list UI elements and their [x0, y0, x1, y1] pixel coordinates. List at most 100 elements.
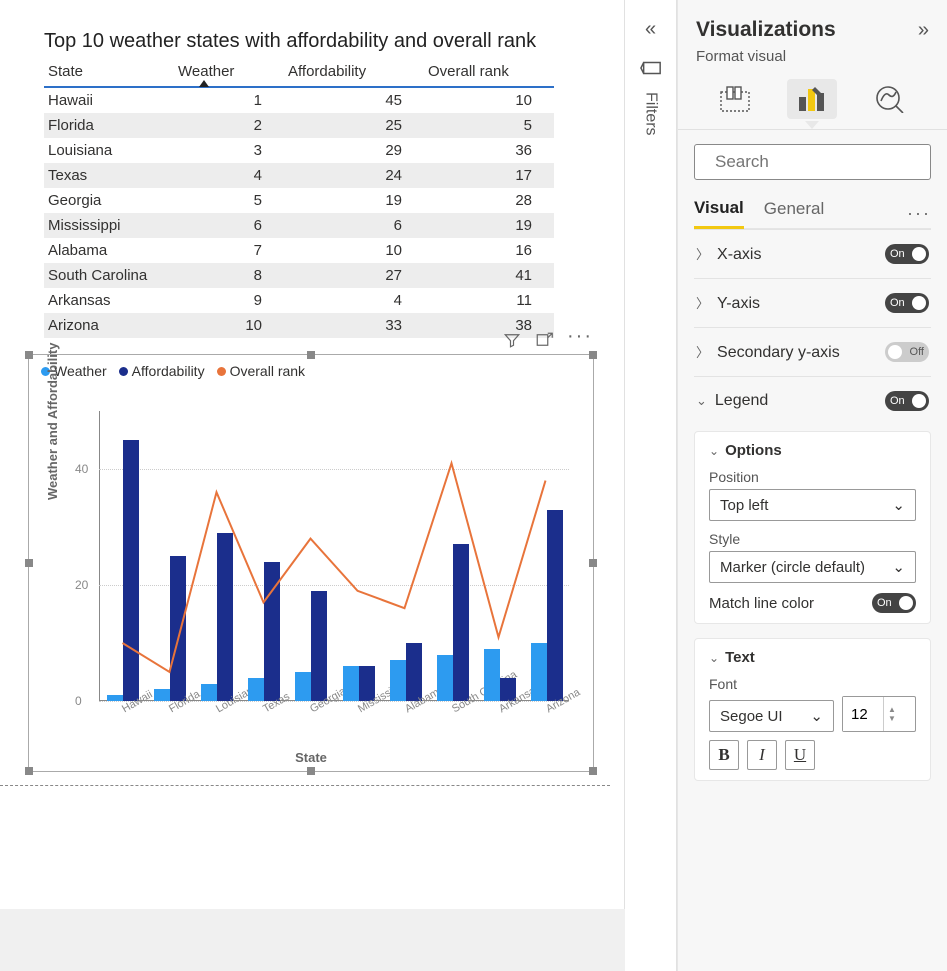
table-row[interactable]: Louisiana32936: [44, 138, 554, 163]
chart-legend: Weather Affordability Overall rank: [29, 355, 593, 383]
format-visual-icon[interactable]: [787, 79, 837, 119]
position-dropdown[interactable]: Top left ⌄: [709, 489, 916, 521]
col-affordability[interactable]: Affordability: [284, 57, 424, 87]
cell-state: Arkansas: [44, 288, 174, 313]
cell-affordability: 45: [284, 87, 424, 113]
tab-general[interactable]: General: [764, 199, 824, 227]
cell-affordability: 29: [284, 138, 424, 163]
cell-weather: 1: [174, 87, 284, 113]
legend-label: Weather: [54, 363, 107, 379]
filter-pane-icon[interactable]: [625, 57, 676, 82]
resize-handle[interactable]: [25, 767, 33, 775]
filter-icon[interactable]: [503, 331, 521, 352]
table-row[interactable]: Hawaii14510: [44, 87, 554, 113]
col-weather[interactable]: Weather: [174, 57, 284, 87]
card-secondary-y-axis[interactable]: 〉Secondary y-axis Off: [694, 327, 931, 376]
table-row[interactable]: South Carolina82741: [44, 263, 554, 288]
cell-state: Georgia: [44, 188, 174, 213]
collapse-icon[interactable]: «: [625, 18, 676, 41]
spinner-down-icon[interactable]: ▼: [888, 714, 896, 723]
build-visual-icon[interactable]: [710, 79, 760, 119]
resize-handle[interactable]: [307, 767, 315, 775]
table-row[interactable]: Alabama71016: [44, 238, 554, 263]
cell-state: South Carolina: [44, 263, 174, 288]
search-input[interactable]: [713, 151, 938, 173]
chart-visual[interactable]: ··· WeatherAffordabilityOverall rank Wea…: [28, 354, 594, 772]
visualizations-panel: Visualizations » Format visual Visual Ge…: [677, 0, 947, 971]
table-row[interactable]: Florida2255: [44, 113, 554, 138]
cell-affordability: 4: [284, 288, 424, 313]
cell-weather: 3: [174, 138, 284, 163]
analytics-icon[interactable]: [865, 79, 915, 119]
cell-state: Florida: [44, 113, 174, 138]
font-size-input[interactable]: [843, 697, 883, 731]
legend-item[interactable]: Affordability: [119, 363, 205, 379]
table-row[interactable]: Arizona103338: [44, 313, 554, 338]
toggle-y-axis[interactable]: On: [885, 293, 929, 313]
table-row[interactable]: Texas42417: [44, 163, 554, 188]
cell-state: Hawaii: [44, 87, 174, 113]
font-size-spinner[interactable]: ▲▼: [842, 696, 916, 732]
table-row[interactable]: Arkansas9411: [44, 288, 554, 313]
chart-plot-area: 02040HawaiiFloridaLouisianaTexasGeorgiaM…: [99, 411, 569, 701]
col-state[interactable]: State: [44, 57, 174, 87]
bold-button[interactable]: B: [709, 740, 739, 770]
resize-handle[interactable]: [307, 351, 315, 359]
y-axis-title: Weather and Affordability: [45, 343, 60, 500]
cell-overall: 28: [424, 188, 554, 213]
cell-weather: 8: [174, 263, 284, 288]
table-row[interactable]: Mississippi6619: [44, 213, 554, 238]
table-row[interactable]: Georgia51928: [44, 188, 554, 213]
search-box[interactable]: [694, 144, 931, 180]
cell-overall: 16: [424, 238, 554, 263]
style-dropdown[interactable]: Marker (circle default) ⌄: [709, 551, 916, 583]
legend-item[interactable]: Overall rank: [217, 363, 305, 379]
tabs-more-icon[interactable]: ···: [907, 203, 931, 224]
cell-overall: 5: [424, 113, 554, 138]
position-label: Position: [709, 469, 916, 485]
chevron-down-icon: ⌄: [696, 393, 707, 408]
card-y-axis[interactable]: 〉Y-axis On: [694, 278, 931, 327]
chevron-right-icon: 〉: [696, 247, 709, 262]
resize-handle[interactable]: [25, 351, 33, 359]
chevron-right-icon: 〉: [696, 296, 709, 311]
cell-weather: 4: [174, 163, 284, 188]
col-overall[interactable]: Overall rank: [424, 57, 554, 87]
cell-overall: 19: [424, 213, 554, 238]
cell-overall: 11: [424, 288, 554, 313]
match-line-color-label: Match line color: [709, 595, 814, 612]
chevron-down-icon: ⌄: [709, 651, 719, 665]
chevron-right-icon: 〉: [696, 345, 709, 360]
card-x-axis[interactable]: 〉X-axis On: [694, 229, 931, 278]
cell-affordability: 24: [284, 163, 424, 188]
visual-action-bar: ···: [503, 331, 593, 352]
toggle-secondary-y-axis[interactable]: Off: [885, 342, 929, 362]
font-dropdown[interactable]: Segoe UI ⌄: [709, 700, 834, 732]
y-tick: 0: [75, 694, 82, 708]
canvas-boundary: [0, 785, 610, 786]
filters-rail: « Filters: [625, 0, 677, 971]
spinner-up-icon[interactable]: ▲: [888, 705, 896, 714]
toggle-x-axis[interactable]: On: [885, 244, 929, 264]
legend-label: Overall rank: [230, 363, 305, 379]
toggle-match-line-color[interactable]: On: [872, 593, 916, 613]
line-overall-rank[interactable]: [99, 411, 569, 701]
tab-visual[interactable]: Visual: [694, 198, 744, 229]
underline-button[interactable]: U: [785, 740, 815, 770]
card-legend[interactable]: ⌄Legend On: [694, 376, 931, 425]
expand-icon[interactable]: »: [918, 19, 929, 42]
italic-button[interactable]: I: [747, 740, 777, 770]
resize-handle[interactable]: [589, 559, 597, 567]
more-icon[interactable]: ···: [567, 331, 593, 352]
resize-handle[interactable]: [25, 559, 33, 567]
cell-overall: 41: [424, 263, 554, 288]
resize-handle[interactable]: [589, 767, 597, 775]
resize-handle[interactable]: [589, 351, 597, 359]
focus-icon[interactable]: [535, 331, 553, 352]
cell-affordability: 10: [284, 238, 424, 263]
cell-weather: 5: [174, 188, 284, 213]
filters-label[interactable]: Filters: [642, 92, 660, 136]
legend-options: ⌄Options Position Top left ⌄ Style Marke…: [694, 431, 931, 624]
toggle-legend[interactable]: On: [885, 391, 929, 411]
chevron-down-icon: ⌄: [810, 707, 823, 725]
